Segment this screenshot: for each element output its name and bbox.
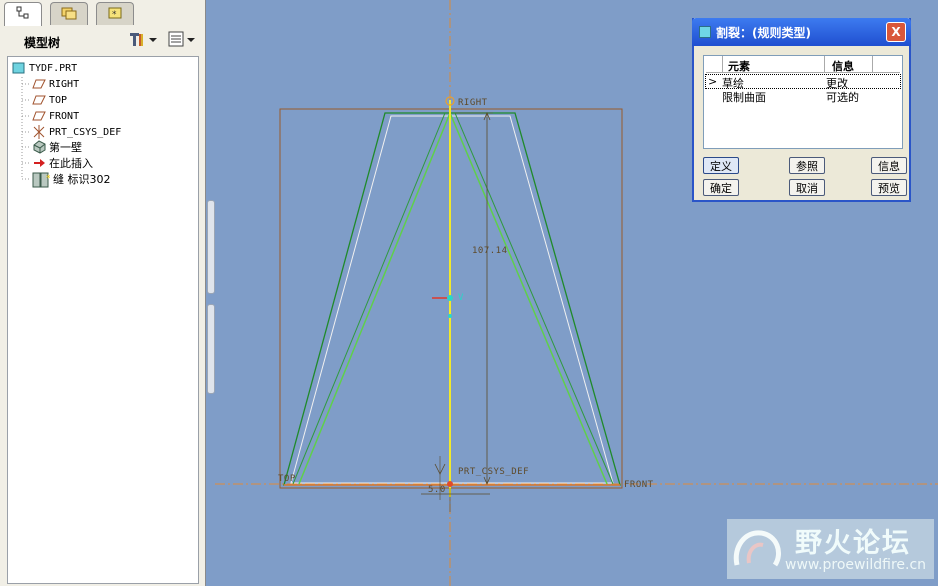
navigator-tabs: *	[4, 2, 204, 26]
dialog-title-bar[interactable]: 割裂：(规则类型) X	[692, 18, 911, 46]
sheetmetal-wall-icon	[32, 140, 46, 154]
sketch-line-right	[449, 112, 608, 485]
column-header-element: 元素	[728, 60, 750, 73]
column-divider	[872, 56, 873, 72]
navigator-panel: * 模型树 TYDF.PRT RIGHT TOP FRONT PRT_CSYS_…	[0, 0, 206, 586]
forum-watermark: 野火论坛 www.proewildfire.cn	[727, 519, 934, 579]
tab-favorites[interactable]: *	[96, 2, 134, 25]
rip-feature-icon: *	[32, 172, 51, 188]
watermark-url: www.proewildfire.cn	[785, 557, 927, 573]
csys-label: PRT_CSYS_DEF	[458, 467, 530, 477]
chevron-down-icon	[149, 34, 157, 47]
tree-show-button[interactable]	[167, 30, 203, 50]
v-marker-point	[447, 295, 453, 301]
tree-item-rip[interactable]: * 缝 标识302	[32, 171, 111, 188]
tree-item-top[interactable]: TOP	[32, 92, 67, 108]
tree-settings-button[interactable]	[127, 30, 163, 50]
folder-browser-tab-icon	[60, 6, 78, 23]
csys-origin	[447, 481, 453, 487]
v-marker-label: V	[458, 293, 464, 303]
tree-item-first-wall[interactable]: 第一壁	[32, 139, 82, 155]
tree-item-part[interactable]: TYDF.PRT	[12, 60, 77, 76]
close-icon[interactable]: X	[886, 22, 906, 42]
part-icon	[12, 61, 26, 75]
tree-item-insert-here[interactable]: 在此插入	[32, 155, 93, 171]
right-datum-label: RIGHT	[458, 98, 488, 108]
tools-icon	[127, 30, 149, 51]
references-button[interactable]: 参照	[789, 157, 825, 174]
csys-icon	[32, 125, 46, 139]
model-tree-title: 模型树	[24, 36, 61, 50]
element-table: 元素 信息 > 草绘 更改 限制曲面 可选的	[703, 55, 903, 149]
table-row[interactable]: 限制曲面 可选的	[706, 89, 900, 104]
rip-dialog: 割裂：(规则类型) X 元素 信息 > 草绘 更改 限制曲面 可选的 定义 参照…	[692, 18, 911, 202]
row-element: 限制曲面	[722, 91, 766, 104]
svg-text:*: *	[46, 174, 50, 184]
tree-item-csys[interactable]: PRT_CSYS_DEF	[32, 124, 121, 140]
datum-plane-icon	[32, 77, 46, 91]
ok-button[interactable]: 确定	[703, 179, 739, 196]
column-divider	[824, 56, 825, 72]
model-tree: TYDF.PRT RIGHT TOP FRONT PRT_CSYS_DEF 第一…	[7, 56, 199, 584]
height-dimension[interactable]: 107.14	[472, 246, 508, 256]
width-dimension[interactable]: 5.0	[428, 485, 446, 495]
define-button[interactable]: 定义	[703, 157, 739, 174]
cancel-button[interactable]: 取消	[789, 179, 825, 196]
sketch-line-right-outer	[454, 112, 614, 485]
tree-item-front[interactable]: FRONT	[32, 108, 79, 124]
column-divider	[722, 56, 723, 72]
watermark-title: 野火论坛	[795, 528, 911, 559]
tab-folder-browser[interactable]	[50, 2, 88, 25]
splitter-handle-lower[interactable]	[207, 304, 215, 394]
header-divider	[706, 72, 900, 73]
row-marker: >	[708, 75, 718, 88]
svg-text:*: *	[112, 10, 117, 20]
model-tree-tab-icon	[15, 6, 31, 23]
datum-plane-icon	[32, 93, 46, 107]
splitter-handle-upper[interactable]	[207, 200, 215, 294]
chevron-down-icon	[187, 34, 195, 47]
row-info: 可选的	[826, 91, 859, 104]
favorites-tab-icon: *	[107, 6, 123, 23]
watermark-logo-icon	[731, 525, 787, 578]
preview-button[interactable]: 预览	[871, 179, 907, 196]
tab-model-tree[interactable]	[4, 2, 42, 26]
datum-plane-icon	[32, 109, 46, 123]
dialog-title: 割裂：(规则类型)	[716, 26, 811, 40]
sketch-line-left-outer	[292, 112, 446, 485]
insert-arrow-icon	[32, 156, 46, 170]
column-header-info: 信息	[832, 60, 854, 73]
top-datum-label: TOP	[278, 474, 296, 484]
tree-item-right[interactable]: RIGHT	[32, 76, 79, 92]
info-button[interactable]: 信息	[871, 157, 907, 174]
v-marker-point-lower	[448, 314, 452, 318]
sketch-line-left	[298, 112, 451, 485]
list-icon	[167, 30, 187, 51]
table-row[interactable]: > 草绘 更改	[705, 74, 901, 90]
dialog-app-icon	[699, 26, 711, 38]
model-tree-header: 模型树	[0, 26, 205, 54]
front-datum-label: FRONT	[624, 480, 654, 490]
